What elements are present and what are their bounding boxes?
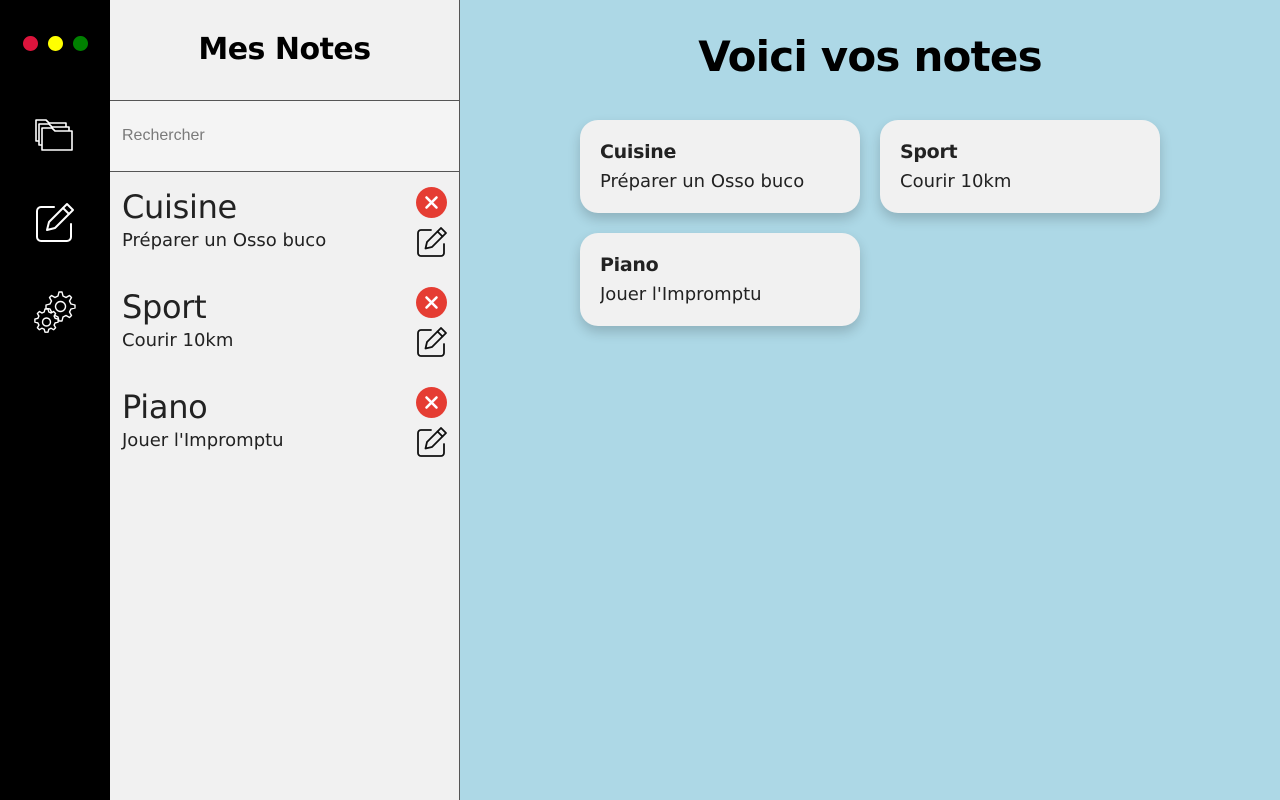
app-rail: [0, 0, 110, 800]
note-card[interactable]: Sport Courir 10km: [880, 120, 1160, 213]
close-icon: [425, 196, 438, 209]
delete-note-button[interactable]: [416, 287, 447, 318]
card-title: Sport: [900, 141, 958, 163]
delete-note-button[interactable]: [416, 187, 447, 218]
card-title: Piano: [600, 254, 659, 276]
note-title: Sport: [122, 288, 207, 326]
edit-note-button[interactable]: [415, 426, 448, 459]
note-title: Cuisine: [122, 188, 237, 226]
close-icon: [425, 396, 438, 409]
edit-note-button[interactable]: [415, 226, 448, 259]
note-preview: Courir 10km: [122, 330, 234, 351]
search-bar: [110, 101, 459, 172]
window-controls: [23, 36, 88, 51]
card-preview: Jouer l'Impromptu: [600, 284, 762, 305]
close-window-button[interactable]: [23, 36, 38, 51]
card-preview: Courir 10km: [900, 171, 1012, 192]
note-list-item[interactable]: Cuisine Préparer un Osso buco: [110, 172, 460, 272]
search-input[interactable]: [110, 101, 459, 171]
folders-icon[interactable]: [32, 110, 78, 156]
sidebar-title: Mes Notes: [198, 31, 371, 67]
settings-gear-icon[interactable]: [32, 289, 78, 335]
note-preview: Jouer l'Impromptu: [122, 430, 284, 451]
note-card[interactable]: Piano Jouer l'Impromptu: [580, 233, 860, 326]
sidebar-header: Mes Notes: [110, 0, 459, 101]
edit-icon: [417, 227, 447, 257]
edit-icon: [417, 327, 447, 357]
note-preview: Préparer un Osso buco: [122, 230, 327, 251]
page-title: Voici vos notes: [698, 32, 1042, 81]
note-card[interactable]: Cuisine Préparer un Osso buco: [580, 120, 860, 213]
delete-note-button[interactable]: [416, 387, 447, 418]
edit-note-button[interactable]: [415, 326, 448, 359]
edit-note-icon[interactable]: [32, 199, 78, 245]
notes-sidebar: Mes Notes Cuisine Préparer un Osso buco …: [110, 0, 460, 800]
close-icon: [425, 296, 438, 309]
card-preview: Préparer un Osso buco: [600, 171, 805, 192]
maximize-window-button[interactable]: [73, 36, 88, 51]
note-list-item[interactable]: Piano Jouer l'Impromptu: [110, 372, 460, 472]
card-title: Cuisine: [600, 141, 677, 163]
note-title: Piano: [122, 388, 208, 426]
edit-icon: [417, 427, 447, 457]
minimize-window-button[interactable]: [48, 36, 63, 51]
note-list-item[interactable]: Sport Courir 10km: [110, 272, 460, 372]
